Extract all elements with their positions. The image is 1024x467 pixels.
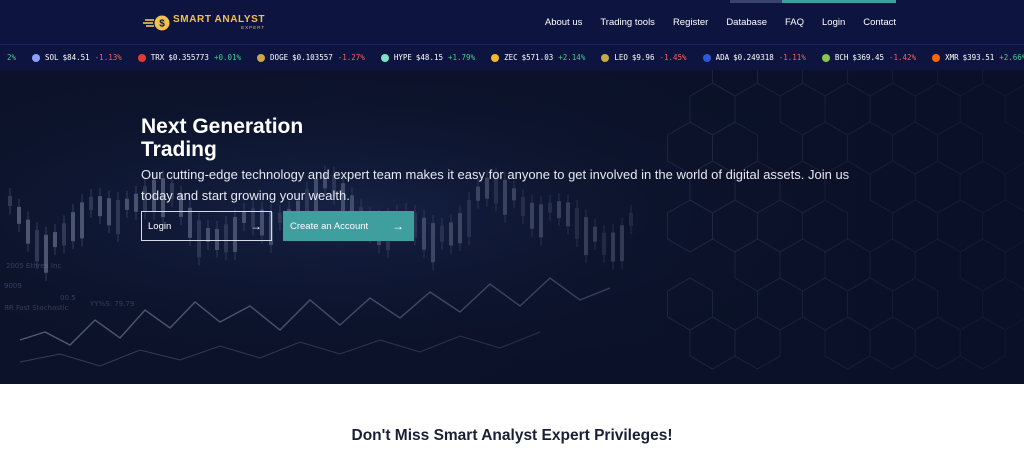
login-button[interactable]: Login → [141,211,272,241]
nav-trading-tools[interactable]: Trading tools [600,17,655,28]
ticker-item: XMR $393.51 +2.66% [932,53,1024,62]
nav-login[interactable]: Login [822,17,845,28]
ticker-track: 2% SOL $84.51 -1.13% TRX $0.355773 +0.01% DOGE $… [0,45,1024,70]
hero-title: Next Generation Trading [141,115,303,161]
login-button-label: Login [148,220,172,232]
bitcoin-cash-icon [821,53,830,62]
leo-icon [601,53,610,62]
privileges-heading: Don't Miss Smart Analyst Expert Privileg… [351,427,673,444]
ticker-price: $48.15 [415,53,443,62]
ticker-price: $84.51 [62,53,90,62]
ticker-symbol: TRX [150,53,165,62]
tron-icon [137,53,146,62]
dogecoin-icon [257,53,266,62]
ticker-symbol: DOGE [270,53,289,62]
ticker-price: $571.03 [521,53,554,62]
brand-logo[interactable]: $ SMART ANALYST EXPERT [143,13,265,33]
arrow-right-icon: → [250,219,262,233]
ticker-symbol: ZEC [504,53,518,62]
ticker-symbol: BCH [834,53,849,62]
ticker-change: +2.66% [999,53,1024,62]
cardano-icon [702,53,711,62]
nav-faq[interactable]: FAQ [785,17,804,28]
create-account-button-label: Create an Account [290,220,369,232]
ticker-item: TRX $0.355773 +0.01% [137,53,242,62]
dollar-coin-logo-icon: $ [143,13,171,33]
ticker-item: LEO $9.96 -1.45% [601,53,687,62]
svg-text:$: $ [159,19,165,30]
hero-title-line1: Next Generation [141,115,304,138]
top-navbar: $ SMART ANALYST EXPERT About us Trading … [0,0,1024,45]
ticker-change: +1.79% [448,53,476,62]
brand-subtitle: EXPERT [241,25,266,31]
ticker-symbol: SOL [45,53,59,62]
hero-section: 2005 Ethrex Inc 9009 00.5 YY%S: 79.79 ЯR… [0,70,1024,384]
ticker-symbol: LEO [614,53,628,62]
monero-icon [932,53,941,62]
ticker-change: -1.11% [778,53,806,62]
zcash-icon [491,53,500,62]
solana-icon [32,53,41,62]
brand-name: SMART ANALYST [173,14,266,26]
ticker-price: $9.96 [631,53,655,62]
ticker-change: 2% [7,53,17,62]
hero-subtitle: Our cutting-edge technology and expert t… [141,167,850,203]
hyperliquid-icon [380,53,389,62]
ticker-change: -1.42% [889,53,917,62]
ticker-item: HYPE $48.15 +1.79% [380,53,476,62]
nav-register[interactable]: Register [673,17,708,28]
ticker-change: -1.13% [94,53,122,62]
ticker-item: DOGE $0.103557 -1.27% [257,53,365,62]
ticker-change: +0.01% [213,53,242,62]
ticker-change: +2.14% [558,53,586,62]
ticker-symbol: ADA [715,53,730,62]
ticker-item: 2% [0,53,16,62]
ticker-item: ADA $0.249318 -1.11% [702,53,806,62]
ticker-item: ZEC $571.03 +2.14% [491,53,585,62]
ticker-price: $0.103557 [292,53,333,62]
ticker-price: $0.355773 [168,53,209,62]
ticker-symbol: XMR [945,53,959,62]
ticker-item: BCH $369.45 -1.42% [821,53,917,62]
crypto-price-ticker: 2% SOL $84.51 -1.13% TRX $0.355773 +0.01% DOGE $… [0,45,1024,70]
ticker-price: $369.45 [852,53,884,62]
ticker-change: -1.45% [659,53,687,62]
nav-about-us[interactable]: About us [545,17,583,28]
hero-title-line2: Trading [141,138,217,161]
ticker-item: SOL $84.51 -1.13% [32,53,122,62]
main-nav: About us Trading tools Register Database… [545,0,896,45]
nav-database[interactable]: Database [726,17,767,28]
nav-contact[interactable]: Contact [863,17,896,28]
ticker-change: -1.27% [337,53,365,62]
create-account-button[interactable]: Create an Account → [283,211,414,241]
ticker-price: $393.51 [962,53,995,62]
ticker-symbol: HYPE [393,53,412,62]
arrow-right-icon: → [392,219,404,233]
ticker-price: $0.249318 [733,53,774,62]
